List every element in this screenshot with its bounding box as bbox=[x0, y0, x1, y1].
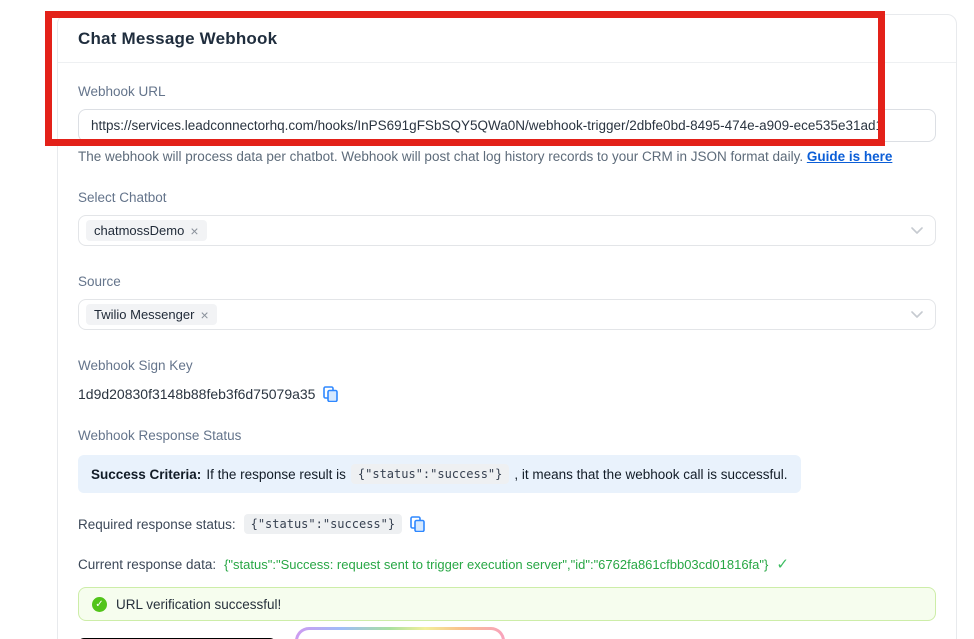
check-circle-icon: ✓ bbox=[92, 596, 107, 612]
success-criteria-pre: If the response result is bbox=[206, 466, 346, 482]
rainbow-border-panel bbox=[295, 627, 505, 639]
select-chatbot-label: Select Chatbot bbox=[78, 190, 167, 205]
source-dropdown[interactable]: Twilio Messenger × bbox=[78, 299, 936, 330]
webhook-settings-card: Chat Message Webhook Webhook URL The web… bbox=[57, 14, 957, 639]
current-response-row: Current response data: {"status":"Succes… bbox=[78, 555, 936, 573]
response-status-label: Webhook Response Status bbox=[78, 428, 242, 443]
webhook-url-input[interactable] bbox=[78, 109, 936, 142]
required-status-row: Required response status: {"status":"suc… bbox=[78, 514, 936, 534]
success-criteria-title: Success Criteria: bbox=[91, 466, 202, 482]
success-criteria-code: {"status":"success"} bbox=[350, 464, 510, 484]
source-label: Source bbox=[78, 274, 121, 289]
chatbot-tag-label: chatmossDemo bbox=[94, 223, 185, 238]
guide-link[interactable]: Guide is here bbox=[807, 149, 893, 164]
copy-icon[interactable] bbox=[323, 386, 339, 402]
success-criteria-box: Success Criteria: If the response result… bbox=[78, 455, 801, 493]
url-verification-alert: ✓ URL verification successful! bbox=[78, 587, 936, 621]
remove-source-tag-icon[interactable]: × bbox=[200, 308, 208, 322]
webhook-helper-text: The webhook will process data per chatbo… bbox=[78, 149, 936, 164]
remove-chatbot-tag-icon[interactable]: × bbox=[190, 224, 198, 238]
chevron-down-icon bbox=[911, 222, 923, 240]
sign-key-value: 1d9d20830f3148b88feb3f6d75079a35 bbox=[78, 386, 316, 402]
copy-icon[interactable] bbox=[410, 516, 425, 532]
page-title: Chat Message Webhook bbox=[78, 29, 278, 48]
webhook-url-label: Webhook URL bbox=[78, 84, 166, 99]
select-chatbot-dropdown[interactable]: chatmossDemo × bbox=[78, 215, 936, 246]
required-status-code: {"status":"success"} bbox=[243, 514, 403, 534]
alert-message: URL verification successful! bbox=[116, 596, 282, 612]
check-icon: ✓ bbox=[776, 556, 789, 573]
sign-key-label: Webhook Sign Key bbox=[78, 358, 193, 373]
success-criteria-post: , it means that the webhook call is succ… bbox=[514, 466, 788, 482]
sign-key-row: 1d9d20830f3148b88feb3f6d75079a35 bbox=[78, 386, 936, 402]
source-tag-label: Twilio Messenger bbox=[94, 307, 195, 322]
current-response-label: Current response data: bbox=[78, 556, 217, 572]
chatbot-tag: chatmossDemo × bbox=[86, 220, 207, 241]
current-response-value: {"status":"Success: request sent to trig… bbox=[224, 556, 769, 572]
chevron-down-icon bbox=[911, 306, 923, 324]
card-body: Webhook URL The webhook will process dat… bbox=[58, 84, 956, 639]
source-tag: Twilio Messenger × bbox=[86, 304, 217, 325]
rainbow-panel-inner bbox=[298, 630, 502, 639]
card-header: Chat Message Webhook bbox=[58, 15, 956, 63]
required-status-label: Required response status: bbox=[78, 516, 236, 532]
helper-text: The webhook will process data per chatbo… bbox=[78, 149, 807, 164]
